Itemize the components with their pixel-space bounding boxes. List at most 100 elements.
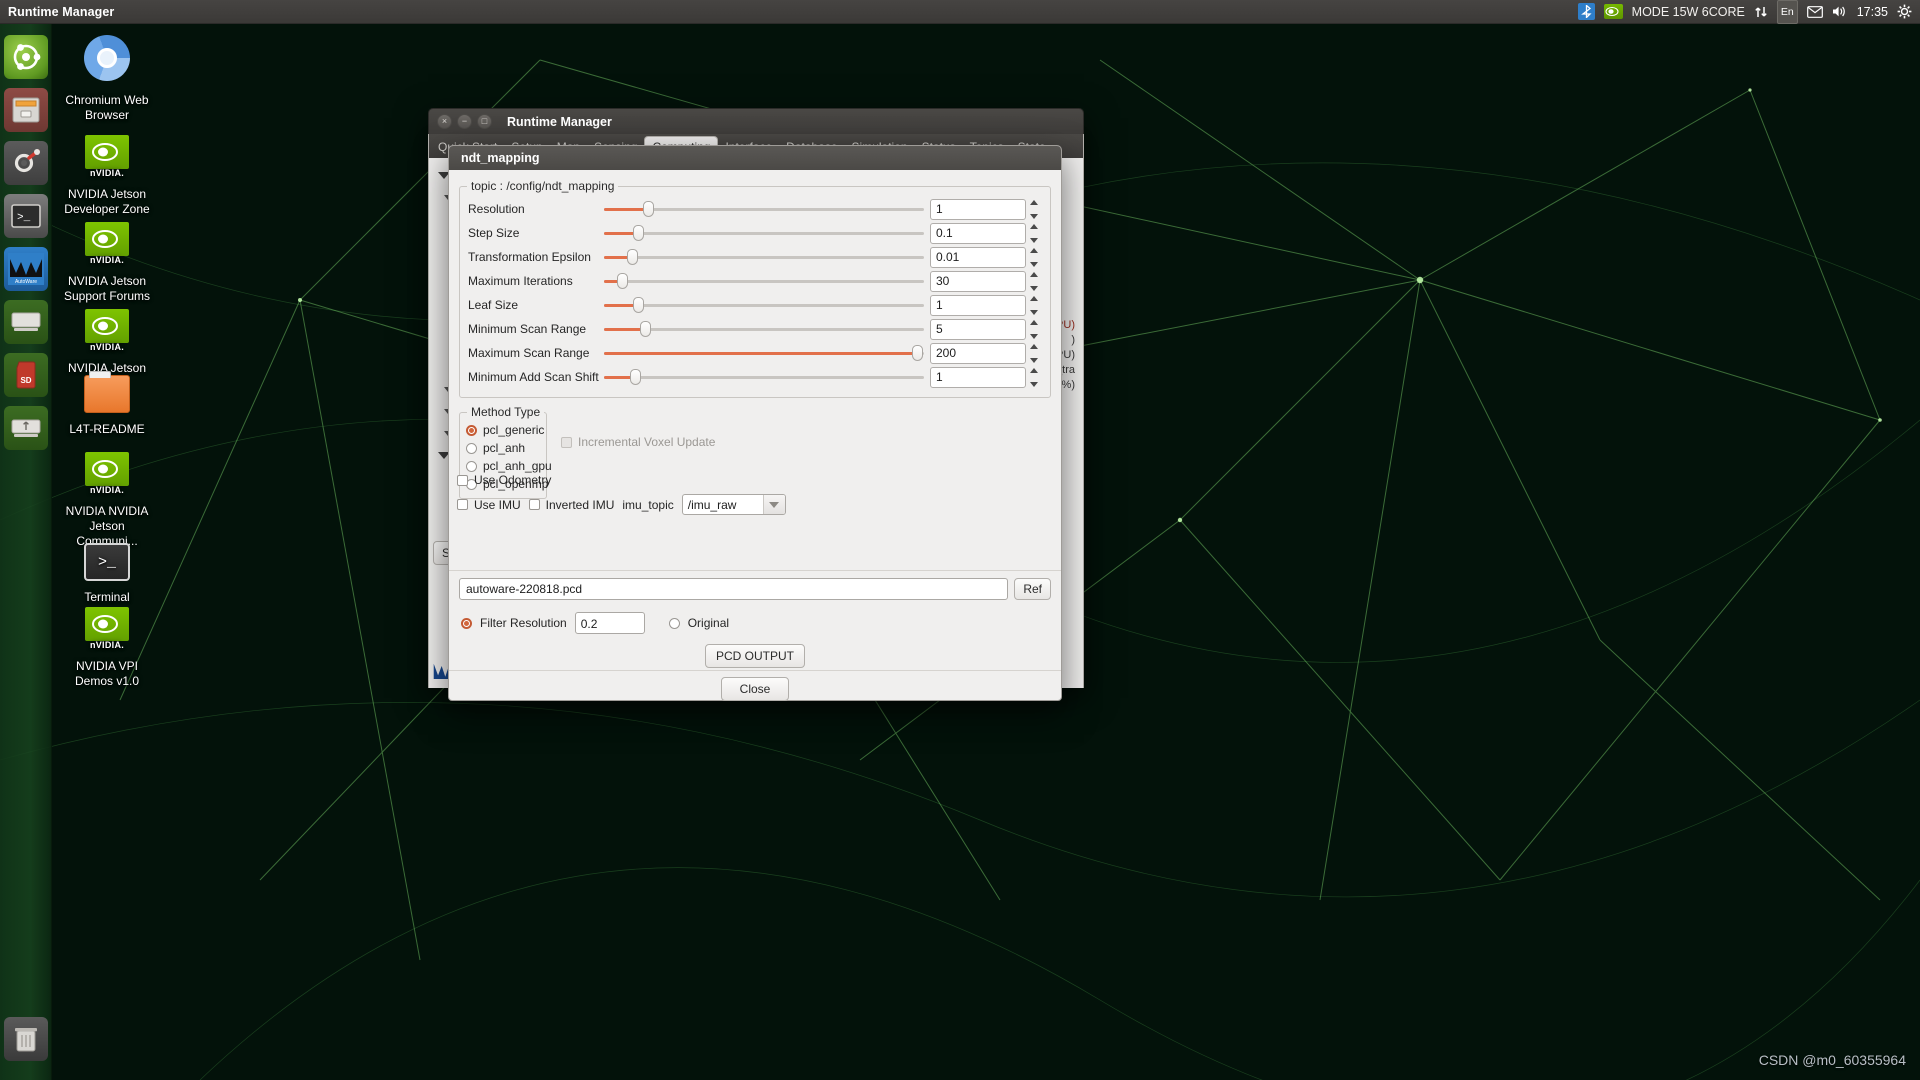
spin-down-icon[interactable] <box>1030 381 1038 387</box>
launcher-item-autoware[interactable]: AutoWare <box>3 247 48 291</box>
transformation-epsilon-spinner[interactable]: 0.01 <box>930 246 1042 268</box>
resolution-slider[interactable] <box>604 200 924 218</box>
desktop-icon-nvidia-jetson-support-forums[interactable]: nVIDIA. NVIDIA Jetson Support Forums <box>61 215 153 304</box>
spin-down-icon[interactable] <box>1030 309 1038 315</box>
spin-down-icon[interactable] <box>1030 237 1038 243</box>
transformation-epsilon-slider[interactable] <box>604 248 924 266</box>
inverted-imu-checkbox[interactable]: Inverted IMU <box>528 498 614 512</box>
slider-knob[interactable] <box>633 297 645 313</box>
network-updown-icon[interactable] <box>1754 0 1768 24</box>
radio-icon[interactable] <box>466 442 477 454</box>
minimum-scan-range-slider[interactable] <box>604 320 924 338</box>
runtime-manager-titlebar[interactable]: × − □ Runtime Manager <box>428 108 1084 134</box>
mail-icon[interactable] <box>1806 0 1823 24</box>
close-icon[interactable]: × <box>437 114 452 129</box>
desktop-icon-label: L4T-README <box>69 422 145 436</box>
desktop-icon-terminal[interactable]: >_ Terminal <box>61 538 153 605</box>
spin-up-icon[interactable] <box>1030 295 1038 301</box>
slider-knob[interactable] <box>617 273 629 289</box>
spin-value[interactable]: 30 <box>930 270 1026 292</box>
pcd-output-button[interactable]: PCD OUTPUT <box>705 644 805 668</box>
slider-knob[interactable] <box>630 369 641 385</box>
maximum-iterations-slider[interactable] <box>604 272 924 290</box>
slider-knob[interactable] <box>642 201 654 217</box>
bluetooth-icon[interactable] <box>1577 3 1595 20</box>
resolution-spinner[interactable]: 1 <box>930 198 1042 220</box>
minimum-scan-range-spinner[interactable]: 5 <box>930 318 1042 340</box>
radio-pcl-anh[interactable]: pcl_anh <box>466 439 540 457</box>
minimum-add-scan-shift-spinner[interactable]: 1 <box>930 366 1042 388</box>
leaf-size-slider[interactable] <box>604 296 924 314</box>
checkbox-icon[interactable] <box>457 474 468 486</box>
slider-knob[interactable] <box>639 321 651 337</box>
spin-value[interactable]: 200 <box>930 342 1026 364</box>
power-mode-label[interactable]: MODE 15W 6CORE <box>1632 0 1745 24</box>
checkbox-icon[interactable] <box>457 499 468 510</box>
watermark: CSDN @m0_60355964 <box>1758 1052 1906 1068</box>
desktop-icon-vpi-demos[interactable]: nVIDIA. NVIDIA VPI Demos v1.0 <box>61 600 153 689</box>
launcher-item-files[interactable] <box>3 88 48 132</box>
spin-value[interactable]: 1 <box>930 198 1026 220</box>
pcd-file-input[interactable]: autoware-220818.pcd <box>459 578 1009 600</box>
spin-down-icon[interactable] <box>1030 333 1038 339</box>
spin-up-icon[interactable] <box>1030 199 1038 205</box>
clock[interactable]: 17:35 <box>1857 0 1888 24</box>
step-size-slider[interactable] <box>604 224 924 242</box>
slider-knob[interactable] <box>633 225 645 241</box>
step-size-spinner[interactable]: 0.1 <box>930 222 1042 244</box>
radio-pcl-generic[interactable]: pcl_generic <box>466 421 544 439</box>
desktop-icon-nvidia-jetson-developer-zone[interactable]: nVIDIA. NVIDIA Jetson Developer Zone <box>61 128 153 217</box>
imu-topic-dropdown[interactable]: /imu_raw <box>681 494 786 515</box>
spin-up-icon[interactable] <box>1030 343 1038 349</box>
radio-filter-resolution-icon[interactable] <box>461 617 472 629</box>
launcher-item-disk[interactable] <box>3 300 48 344</box>
radio-original-icon[interactable] <box>668 617 680 629</box>
nvidia-icon[interactable] <box>1603 4 1623 19</box>
spin-down-icon[interactable] <box>1030 213 1038 219</box>
gear-icon[interactable] <box>1897 0 1912 24</box>
chevron-down-icon[interactable] <box>762 495 785 514</box>
spin-up-icon[interactable] <box>1030 367 1038 373</box>
launcher-item-trash[interactable] <box>4 1017 48 1061</box>
spin-down-icon[interactable] <box>1030 357 1038 363</box>
spin-up-icon[interactable] <box>1030 247 1038 253</box>
spin-up-icon[interactable] <box>1030 271 1038 277</box>
use-odometry-checkbox[interactable]: Use Odometry <box>457 473 551 487</box>
desktop-icon-l4t-readme[interactable]: L4T-README <box>61 370 153 437</box>
spin-up-icon[interactable] <box>1030 223 1038 229</box>
checkbox-icon[interactable] <box>528 499 540 510</box>
maximum-iterations-spinner[interactable]: 30 <box>930 270 1042 292</box>
radio-icon[interactable] <box>466 424 477 436</box>
keyboard-layout-indicator[interactable]: En <box>1776 0 1798 24</box>
desktop-icon-chromium-web-browser[interactable]: Chromium Web Browser <box>61 34 153 123</box>
close-button[interactable]: Close <box>721 677 789 701</box>
launcher-item-sd-card[interactable]: SD <box>3 353 48 397</box>
spin-up-icon[interactable] <box>1030 319 1038 325</box>
spin-down-icon[interactable] <box>1030 261 1038 267</box>
maximum-scan-range-slider[interactable] <box>604 344 924 362</box>
filter-resolution-input[interactable]: 0.2 <box>574 612 645 634</box>
minimum-add-scan-shift-slider[interactable] <box>604 368 924 386</box>
leaf-size-spinner[interactable]: 1 <box>930 294 1042 316</box>
slider-knob[interactable] <box>911 345 923 361</box>
launcher-item-ubuntu-dash[interactable] <box>3 35 48 79</box>
spin-value[interactable]: 0.1 <box>930 222 1026 244</box>
ndt-dialog-titlebar[interactable]: ndt_mapping <box>449 146 1061 170</box>
spin-value[interactable]: 5 <box>930 318 1026 340</box>
desktop-icon-nvidia-jetson-community[interactable]: nVIDIA. NVIDIA NVIDIA Jetson Communi... <box>61 445 153 549</box>
maximum-scan-range-spinner[interactable]: 200 <box>930 342 1042 364</box>
volume-icon[interactable] <box>1832 0 1848 24</box>
spin-down-icon[interactable] <box>1030 285 1038 291</box>
launcher-item-usb-drive[interactable] <box>3 406 48 450</box>
use-imu-checkbox[interactable]: Use IMU <box>457 498 521 512</box>
ref-button[interactable]: Ref <box>1014 578 1051 600</box>
spin-value[interactable]: 0.01 <box>930 246 1026 268</box>
radio-icon[interactable] <box>466 460 477 472</box>
maximize-icon[interactable]: □ <box>477 114 492 129</box>
minimize-icon[interactable]: − <box>457 114 472 129</box>
launcher-item-software-tools[interactable] <box>3 141 48 185</box>
spin-value[interactable]: 1 <box>930 366 1026 388</box>
slider-knob[interactable] <box>626 249 638 265</box>
launcher-item-terminal[interactable]: >_ <box>3 194 48 238</box>
spin-value[interactable]: 1 <box>930 294 1026 316</box>
